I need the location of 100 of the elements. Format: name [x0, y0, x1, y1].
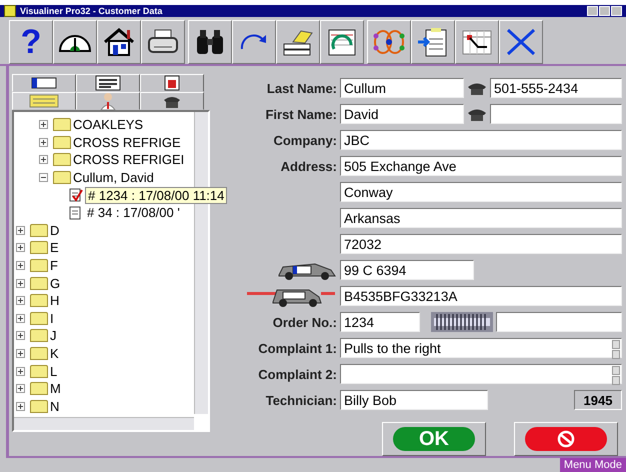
tree-item[interactable]: CROSS REFRIGE [73, 134, 181, 150]
phone-tab[interactable] [140, 92, 204, 110]
help-button[interactable]: ? [9, 20, 53, 64]
list-tab[interactable] [76, 74, 140, 92]
folder-icon [30, 347, 48, 360]
input-field[interactable]: Cullum [340, 78, 464, 98]
app-icon [4, 5, 16, 17]
folder-icon [30, 382, 48, 396]
field-label: Complaint 1: [257, 340, 337, 356]
input-field[interactable]: Billy Bob [340, 390, 488, 410]
tree-item[interactable]: G [50, 276, 60, 291]
folder-icon [30, 276, 48, 290]
folder-icon [30, 241, 48, 254]
folder-icon [30, 329, 48, 342]
tree-item[interactable]: E [50, 240, 59, 256]
expander-icon[interactable] [39, 120, 48, 130]
record-item[interactable]: # 34 : 17/08/00 ' [85, 205, 182, 220]
folder-icon [30, 259, 48, 272]
phone-icon [163, 94, 181, 108]
home-button[interactable] [97, 20, 141, 64]
no-entry-icon [557, 430, 575, 448]
folder-icon [30, 224, 48, 237]
expander-icon[interactable] [16, 226, 25, 235]
input-field[interactable]: 99 C 6394 [340, 260, 474, 280]
input-field[interactable] [490, 104, 622, 124]
clipboard-button[interactable] [411, 20, 455, 64]
expander-icon[interactable] [16, 243, 25, 252]
tree-item[interactable]: H [50, 293, 60, 308]
technician-code: 1945 [574, 390, 622, 410]
field-label: Order No.: [272, 314, 337, 330]
folder-icon [30, 312, 48, 325]
tree-item[interactable]: COAKLEYS [73, 117, 144, 132]
redo-button[interactable] [232, 20, 276, 64]
tree-item[interactable]: M [50, 381, 61, 396]
plate-tab[interactable] [12, 74, 76, 92]
tree-item[interactable]: I [50, 310, 54, 326]
input-field[interactable]: David [340, 104, 464, 124]
expander-icon[interactable] [16, 278, 25, 288]
input-field[interactable] [340, 364, 622, 384]
expander-icon[interactable] [16, 296, 25, 306]
input-field[interactable]: 505 Exchange Ave [340, 156, 622, 176]
tree-item[interactable]: CROSS REFRIGEI [73, 152, 184, 168]
input-field[interactable]: 1234 [340, 312, 420, 332]
folder-icon [53, 136, 71, 149]
tree-item[interactable]: K [50, 346, 59, 362]
folder-icon [53, 118, 71, 132]
calendar-button[interactable] [455, 20, 499, 64]
record-tooltip[interactable]: # 1234 : 17/08/00 11:14 [85, 186, 228, 204]
tree-item[interactable]: L [50, 364, 58, 379]
tree-item[interactable]: D [50, 222, 60, 238]
folder-icon [53, 153, 71, 166]
input-field[interactable]: 72032 [340, 234, 622, 254]
close-icon [504, 27, 538, 57]
field-label: Complaint 2: [257, 366, 337, 382]
tree-item[interactable]: Cullum, David [73, 170, 154, 186]
eraser-button[interactable] [276, 20, 320, 64]
spin-buttons[interactable] [612, 366, 620, 385]
folder-icon [53, 171, 71, 184]
expander-icon[interactable] [39, 138, 48, 147]
tree-item[interactable]: J [50, 328, 56, 344]
calendar-tab[interactable] [140, 74, 204, 92]
person-tab[interactable] [76, 92, 140, 110]
input-field[interactable]: 501-555-2434 [490, 78, 622, 98]
tree-item[interactable]: N [50, 398, 60, 414]
chart-button[interactable] [320, 20, 364, 64]
input-field[interactable]: JBC [340, 130, 622, 150]
status-mode: Menu Mode [560, 458, 626, 472]
spin-buttons[interactable] [612, 340, 620, 359]
input-field[interactable] [496, 312, 622, 332]
field-label: Address: [280, 158, 337, 174]
expander-icon[interactable] [16, 366, 25, 376]
gauge-button[interactable] [53, 20, 97, 64]
cancel-button[interactable] [514, 422, 618, 456]
expander-icon[interactable] [39, 155, 48, 164]
house-icon [102, 27, 136, 57]
input-field[interactable]: Arkansas [340, 208, 622, 228]
close-button[interactable] [499, 20, 543, 64]
calendar-icon [164, 75, 180, 91]
input-field[interactable]: B4535BFG33213A [340, 286, 622, 306]
expander-icon[interactable] [39, 173, 48, 182]
input-field[interactable]: Pulls to the right [340, 338, 622, 358]
input-field[interactable]: Conway [340, 182, 622, 202]
card-tab[interactable] [12, 92, 76, 110]
network-button[interactable] [367, 20, 411, 64]
folder-icon [30, 364, 48, 378]
expander-icon[interactable] [16, 402, 25, 411]
network-icon [372, 27, 406, 57]
ok-button[interactable]: OK [382, 422, 486, 456]
expander-icon[interactable] [16, 331, 25, 340]
list-icon [95, 75, 121, 91]
binoculars-button[interactable] [188, 20, 232, 64]
expander-icon[interactable] [16, 384, 25, 394]
expander-icon[interactable] [16, 349, 25, 358]
printer-button[interactable] [141, 20, 185, 64]
card-icon [29, 94, 59, 108]
expander-icon[interactable] [16, 261, 25, 270]
tree-item[interactable]: F [50, 258, 58, 274]
expander-icon[interactable] [16, 314, 25, 323]
folder-icon [30, 294, 48, 308]
horizontal-scrollbar[interactable] [14, 417, 194, 430]
